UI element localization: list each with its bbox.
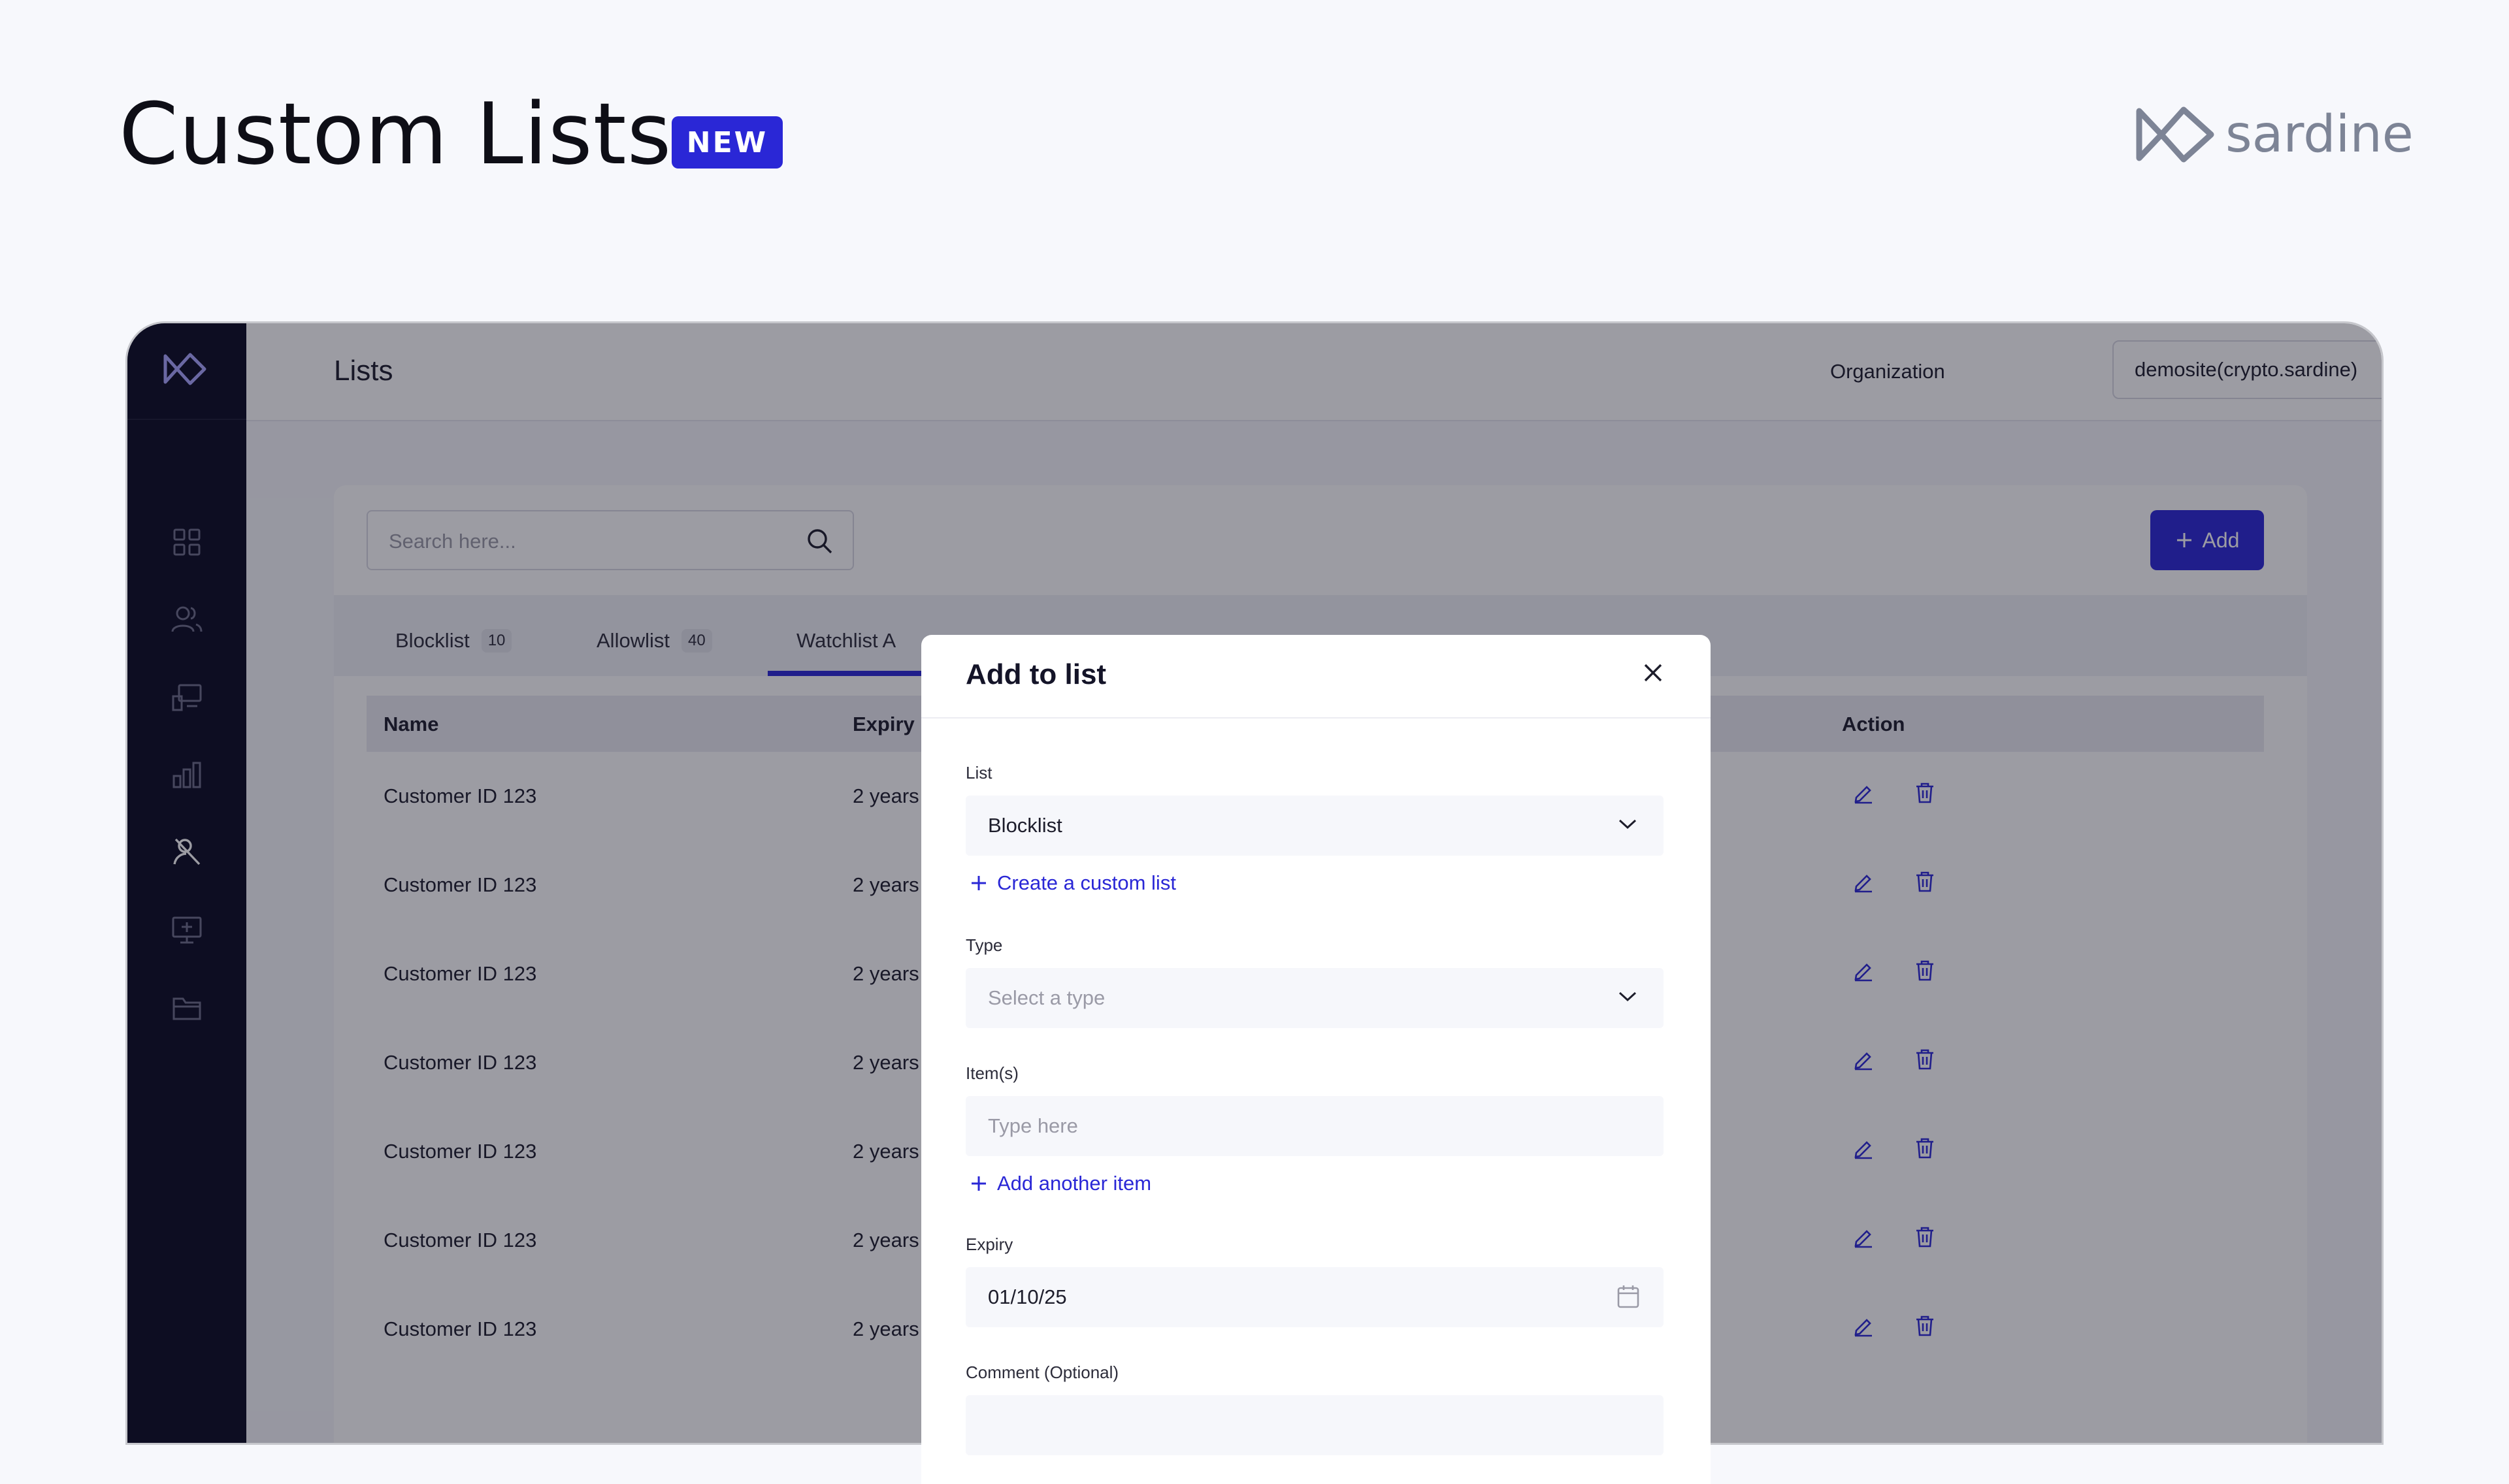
expiry-label: Expiry: [966, 1234, 1013, 1254]
type-placeholder: Select a type: [988, 986, 1106, 1009]
list-label: List: [966, 763, 992, 782]
new-badge: NEW: [672, 116, 783, 169]
create-custom-list-label: Create a custom list: [997, 871, 1176, 894]
create-custom-list-link[interactable]: Create a custom list: [970, 871, 1176, 895]
type-label: Type: [966, 935, 1003, 955]
type-select[interactable]: Select a type: [966, 968, 1664, 1028]
add-another-item-link[interactable]: Add another item: [970, 1172, 1151, 1195]
add-to-list-modal: Add to list List Blocklist Create a cust…: [921, 635, 1711, 1484]
page-title: Custom Lists: [119, 84, 672, 184]
comment-input[interactable]: [966, 1395, 1664, 1455]
modal-title: Add to list: [966, 658, 1107, 690]
chevron-down-icon: [1618, 992, 1637, 1002]
add-another-item-label: Add another item: [997, 1172, 1152, 1195]
list-select[interactable]: Blocklist: [966, 796, 1664, 856]
modal-header: Add to list: [921, 635, 1711, 718]
plus-icon: [972, 876, 986, 890]
calendar-icon[interactable]: [1616, 1284, 1640, 1309]
plus-icon: [972, 1176, 986, 1191]
items-label: Item(s): [966, 1063, 1019, 1083]
items-input[interactable]: Type here: [966, 1096, 1664, 1156]
chevron-down-icon: [1618, 819, 1637, 830]
brand-logo: sardine: [2135, 103, 2414, 166]
comment-label: Comment (Optional): [966, 1363, 1119, 1382]
brand-name: sardine: [2225, 105, 2414, 164]
items-placeholder: Type here: [988, 1114, 1078, 1137]
brand-logo-icon: [2136, 106, 2214, 163]
list-value: Blocklist: [988, 814, 1062, 837]
close-icon[interactable]: [1641, 661, 1665, 685]
expiry-date-input[interactable]: 01/10/25: [966, 1267, 1664, 1327]
expiry-value: 01/10/25: [988, 1285, 1067, 1308]
